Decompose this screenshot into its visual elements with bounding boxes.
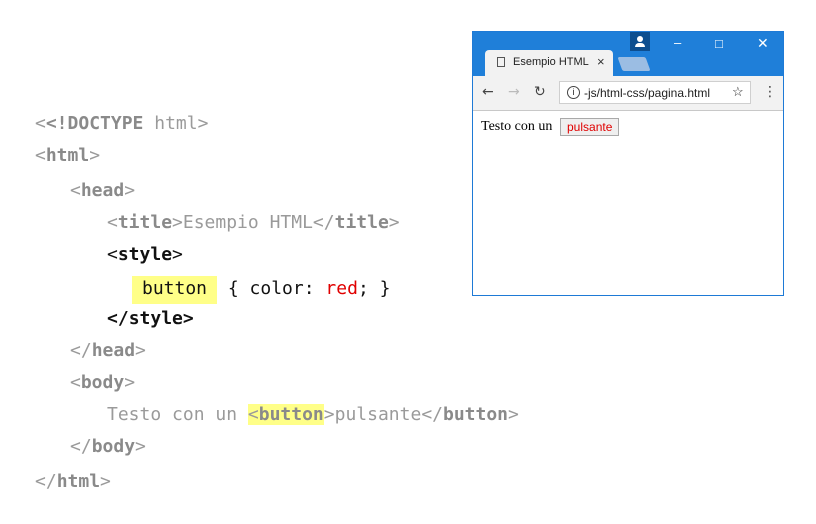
bookmark-star-icon[interactable]: ☆ [732, 84, 744, 100]
code-line-head-open: <head> [70, 180, 136, 201]
pulsante-button[interactable]: pulsante [560, 118, 620, 136]
page-text: Testo con un [481, 119, 553, 134]
button-tag-highlight: <button [247, 404, 324, 425]
code-line-doctype: <<!DOCTYPE html> [35, 113, 209, 134]
head-close-tag: head [91, 340, 136, 361]
button-open-tag: button [258, 404, 324, 425]
body-open-tag: body [80, 372, 125, 393]
code-line-html-open: <html> [35, 145, 101, 166]
code-line-body-content: Testo con un <button>pulsante</button> [107, 404, 519, 425]
body-text: Testo con un [107, 404, 248, 425]
button-close-tag: button [443, 404, 509, 425]
minimize-icon[interactable]: – [674, 35, 681, 50]
css-value: red [325, 278, 358, 299]
new-tab-button[interactable] [617, 57, 651, 71]
css-end: ; } [357, 278, 391, 299]
code-line-body-close: </body> [70, 436, 146, 457]
code-line-body-open: <body> [70, 372, 136, 393]
button-text: pulsante [334, 404, 422, 425]
browser-titlebar: – □ ✕ Esempio HTML × [473, 32, 783, 76]
head-open-tag: head [80, 180, 125, 201]
code-line-head-close: </head> [70, 340, 146, 361]
page-viewport: Testo con un pulsante [473, 111, 783, 295]
address-bar[interactable]: i -js/html-css/pagina.html ☆ [559, 81, 751, 104]
browser-tab[interactable]: Esempio HTML × [485, 50, 613, 76]
back-icon[interactable]: ← [482, 84, 494, 100]
tab-close-icon[interactable]: × [597, 54, 605, 69]
html-close-tag: html [56, 471, 101, 492]
code-line-html-close: </html> [35, 471, 111, 492]
address-url: -js/html-css/pagina.html [584, 86, 711, 100]
tab-title: Esempio HTML [513, 56, 589, 68]
code-line-style-close: </style> [107, 308, 194, 329]
css-selector-highlight: button [132, 276, 218, 304]
code-line-style-open: <style> [107, 244, 183, 265]
doctype-keyword: <!DOCTYPE [45, 113, 144, 134]
maximize-icon[interactable]: □ [715, 36, 723, 51]
forward-icon[interactable]: → [508, 84, 520, 100]
html-open-tag: html [45, 145, 90, 166]
title-text: Esempio HTML [182, 212, 313, 233]
doctype-rest: html> [143, 113, 209, 134]
browser-toolbar: ← → ↻ i -js/html-css/pagina.html ☆ ⋮ [473, 76, 783, 111]
browser-window: – □ ✕ Esempio HTML × ← → ↻ i -js/html-cs… [472, 31, 784, 296]
reload-icon[interactable]: ↻ [534, 84, 546, 100]
page-icon [497, 57, 505, 67]
info-icon[interactable]: i [567, 86, 580, 99]
code-line-title: <title>Esempio HTML</title> [107, 212, 400, 233]
title-open-tag: title [117, 212, 173, 233]
css-declaration: { color: [227, 278, 326, 299]
title-close-tag: title [334, 212, 389, 233]
close-window-icon[interactable]: ✕ [757, 35, 769, 52]
style-open-tag: style [117, 244, 173, 265]
user-profile-icon[interactable] [630, 32, 650, 51]
code-line-css-rule: button { color: red; } [132, 276, 391, 304]
body-close-tag: body [91, 436, 136, 457]
browser-menu-icon[interactable]: ⋮ [763, 84, 777, 100]
style-close-tag: style [128, 308, 183, 329]
